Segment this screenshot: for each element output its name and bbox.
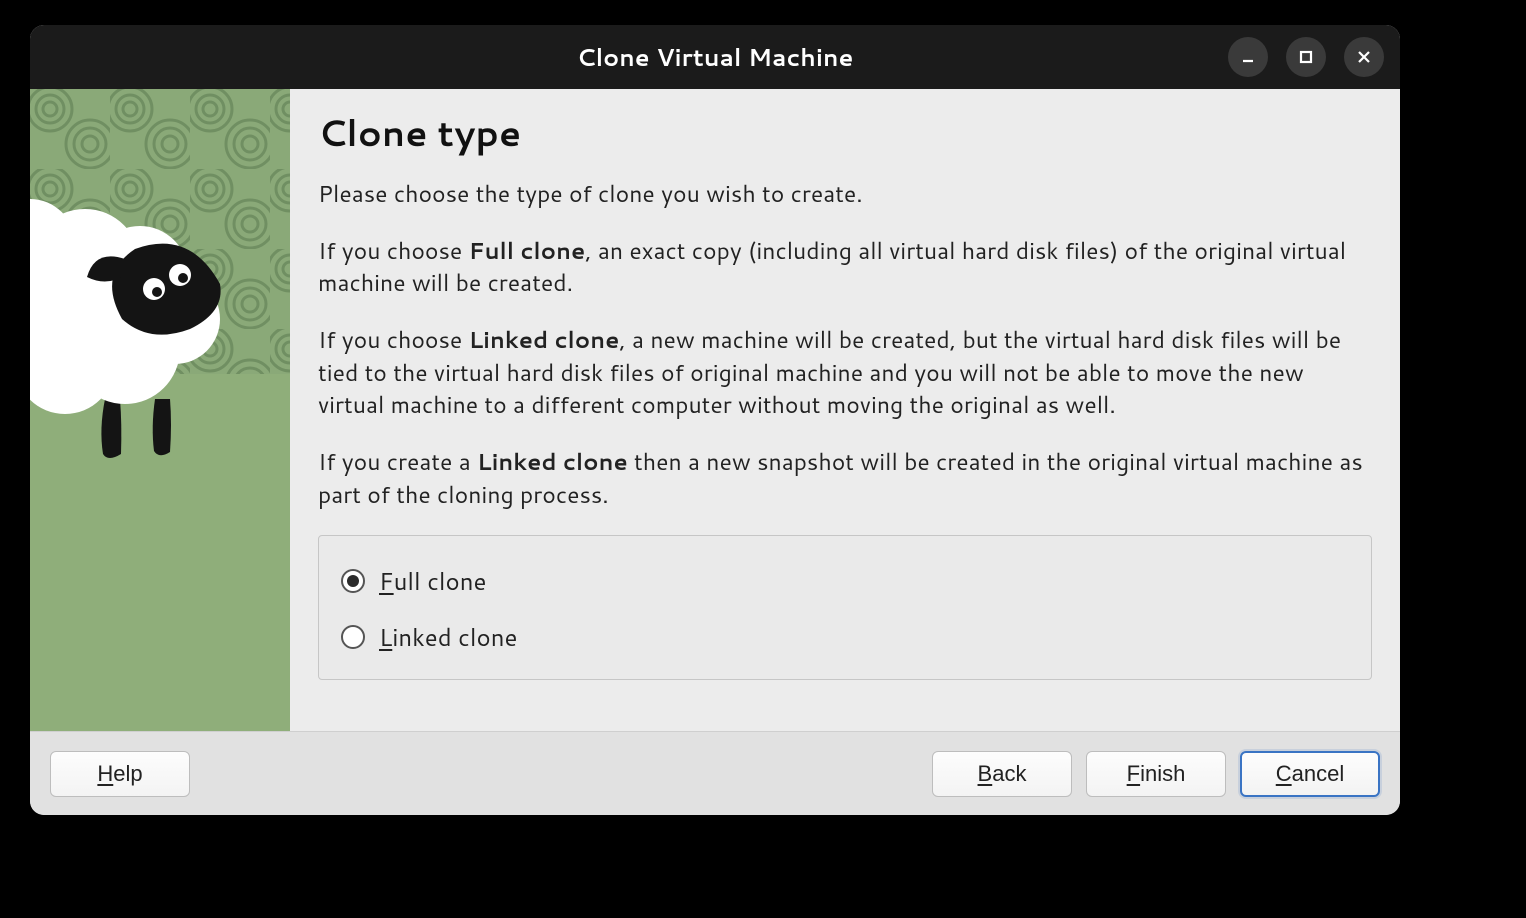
full-clone-description: If you choose Full clone, an exact copy …: [318, 235, 1372, 300]
sheep-illustration: [30, 89, 290, 731]
dialog-body: Clone type Please choose the type of clo…: [30, 89, 1400, 731]
maximize-button[interactable]: [1286, 37, 1326, 77]
maximize-icon: [1299, 50, 1313, 64]
wizard-art: [30, 89, 290, 731]
linked-clone-description: If you choose Linked clone, a new machin…: [318, 324, 1372, 422]
radio-full-clone-label: Full clone: [379, 564, 486, 598]
radio-icon: [341, 625, 365, 649]
dialog-window: Clone Virtual Machine: [30, 25, 1400, 815]
minimize-button[interactable]: [1228, 37, 1268, 77]
titlebar: Clone Virtual Machine: [30, 25, 1400, 89]
finish-button[interactable]: Finish: [1086, 751, 1226, 797]
clone-type-group: Full clone Linked clone: [318, 535, 1372, 679]
close-icon: [1356, 49, 1372, 65]
intro-text: Please choose the type of clone you wish…: [318, 178, 1372, 211]
back-button[interactable]: Back: [932, 751, 1072, 797]
radio-icon: [341, 569, 365, 593]
cancel-button[interactable]: Cancel: [1240, 751, 1380, 797]
close-button[interactable]: [1344, 37, 1384, 77]
window-title: Clone Virtual Machine: [577, 40, 854, 74]
dialog-footer: Help Back Finish Cancel: [30, 731, 1400, 815]
radio-full-clone[interactable]: Full clone: [341, 564, 1349, 598]
help-button[interactable]: Help: [50, 751, 190, 797]
snapshot-note: If you create a Linked clone then a new …: [318, 446, 1372, 511]
window-controls: [1228, 37, 1384, 77]
radio-linked-clone[interactable]: Linked clone: [341, 620, 1349, 654]
radio-linked-clone-label: Linked clone: [379, 620, 517, 654]
wizard-content: Clone type Please choose the type of clo…: [290, 89, 1400, 731]
page-heading: Clone type: [318, 107, 1372, 158]
minimize-icon: [1240, 49, 1256, 65]
